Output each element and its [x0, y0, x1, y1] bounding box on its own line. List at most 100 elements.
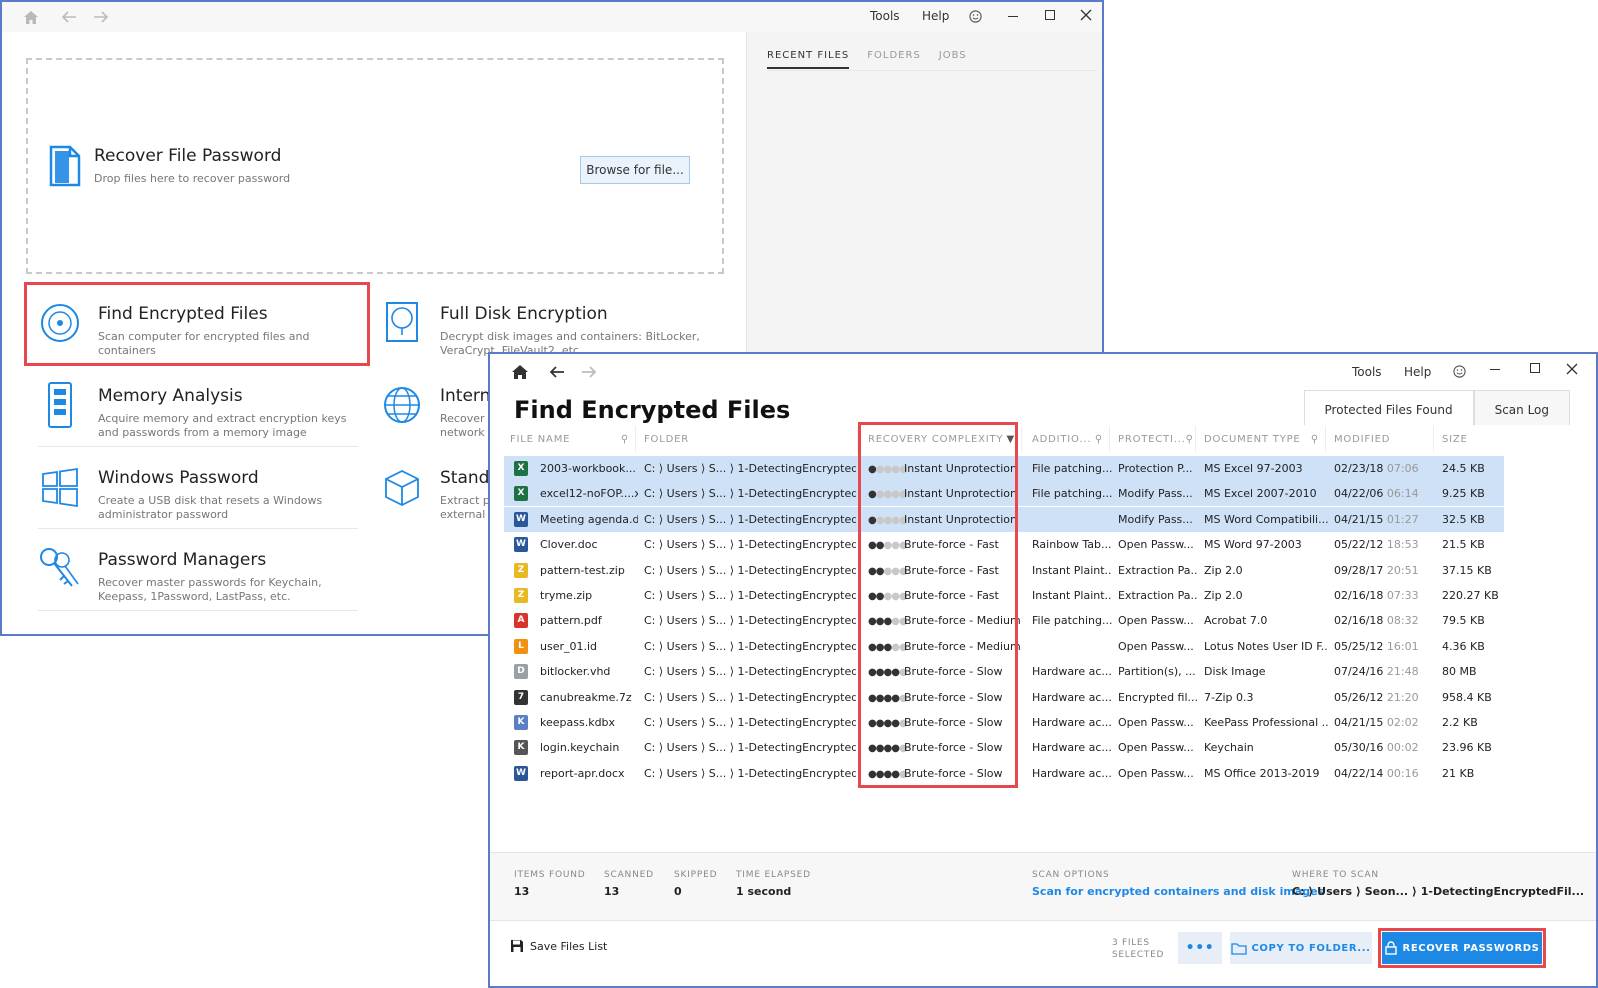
table-row[interactable]: X 2003-workbook... .xls C: ⟩ Users ⟩ S... …: [504, 456, 1504, 481]
additional-cell: File patching...: [1032, 614, 1112, 628]
save-files-list-button[interactable]: Save Files List: [510, 939, 607, 953]
scan-options-link[interactable]: Scan for encrypted containers and disk i…: [1032, 885, 1324, 898]
minimize-button[interactable]: [1490, 369, 1500, 370]
file-type-icon: Z: [514, 588, 528, 603]
complexity-cell: ●●●●●Brute-force - Medium: [868, 608, 1024, 633]
complexity-dot: ●: [868, 591, 877, 602]
folder-path: C: ⟩ Users ⟩ S... ⟩ 1-DetectingEncrypted…: [644, 716, 856, 729]
table-row[interactable]: 7 canubreakme.7z C: ⟩ Users ⟩ S... ⟩ 1-Det…: [504, 685, 1504, 710]
tile-title: Password Managers: [98, 550, 267, 570]
header-label: PROTECTI...: [1118, 433, 1186, 445]
folder-path: C: ⟩ Users ⟩ S... ⟩ 1-DetectingEncrypted…: [644, 563, 856, 577]
complexity-cell: ●●●●●Brute-force - Fast: [868, 532, 1024, 557]
table-row[interactable]: Zpattern-test.zip C: ⟩ Users ⟩ S... ⟩ 1-D…: [504, 558, 1504, 583]
forward-arrow-icon[interactable]: [92, 8, 110, 26]
tab-jobs[interactable]: JOBS: [939, 50, 967, 69]
browse-button[interactable]: Browse for file...: [580, 156, 690, 184]
complexity-dots: ●●●●●: [868, 482, 908, 506]
table-row[interactable]: Apattern.pdf C: ⟩ Users ⟩ S... ⟩ 1-Detect…: [504, 608, 1504, 633]
close-icon[interactable]: [1080, 9, 1092, 21]
folder-path: C: ⟩ Users ⟩ S... ⟩ 1-DetectingEncrypted…: [644, 614, 856, 628]
modified-time: 07:06: [1386, 462, 1419, 475]
keys-icon: [38, 546, 82, 592]
tools-menu[interactable]: Tools: [870, 9, 900, 23]
table-row[interactable]: Ztryme.zip C: ⟩ Users ⟩ S... ⟩ 1-Detectin…: [504, 583, 1504, 608]
tab-protected-files-found[interactable]: Protected Files Found: [1303, 390, 1474, 425]
feedback-smiley-icon[interactable]: [968, 9, 982, 23]
additional-cell: Hardware ac...: [1032, 741, 1112, 755]
document-type-cell: MS Excel 2007-2010: [1204, 487, 1317, 501]
table-row[interactable]: Xexcel12-noFOP....xlsx C: ⟩ Users ⟩ S... …: [504, 481, 1504, 507]
minimize-button[interactable]: [1008, 16, 1018, 17]
recover-passwords-button[interactable]: RECOVER PASSWORDS: [1382, 932, 1542, 964]
file-type-icon: W: [514, 511, 528, 527]
help-menu[interactable]: Help: [1404, 365, 1431, 379]
search-icon[interactable]: ⚲: [1095, 434, 1103, 445]
where-to-scan-path[interactable]: C: ⟩ Users ⟩ Seon... ⟩ 1-DetectingEncryp…: [1292, 885, 1584, 898]
search-icon[interactable]: ⚲: [1311, 434, 1319, 445]
table-row[interactable]: Kkeepass.kdbx C: ⟩ Users ⟩ S... ⟩ 1-Detec…: [504, 710, 1504, 735]
table-row[interactable]: Luser_01.id C: ⟩ Users ⟩ S... ⟩ 1-Detecti…: [504, 634, 1504, 659]
stat-time-elapsed: TIME ELAPSED 1 second: [736, 869, 811, 898]
tools-menu[interactable]: Tools: [1352, 365, 1382, 379]
header-protection[interactable]: PROTECTI... ⚲: [1112, 426, 1196, 452]
maximize-button[interactable]: [1530, 363, 1540, 373]
header-folder[interactable]: FOLDER: [638, 426, 858, 452]
tab-recent-files[interactable]: RECENT FILES: [767, 50, 850, 69]
modified-date: 05/25/12: [1334, 639, 1384, 653]
header-size[interactable]: SIZE: [1436, 426, 1504, 452]
complexity-dot: ●: [891, 464, 900, 475]
document-type-cell: Lotus Notes User ID F...: [1204, 639, 1328, 653]
home-icon[interactable]: [510, 363, 530, 381]
feedback-smiley-icon[interactable]: [1452, 364, 1466, 378]
file-name: tryme.zip: [540, 589, 593, 602]
header-modified[interactable]: MODIFIED: [1328, 426, 1434, 452]
table-row[interactable]: W Clover.doc C: ⟩ Users ⟩ S... ⟩ 1-Detecti…: [504, 532, 1504, 557]
header-recovery-complexity[interactable]: RECOVERY COMPLEXITY ▼: [862, 426, 1022, 452]
tile-password-managers[interactable]: Password Managers Recover master passwor…: [24, 528, 368, 610]
table-row[interactable]: Klogin.keychain C: ⟩ Users ⟩ S... ⟩ 1-Det…: [504, 735, 1504, 760]
help-menu[interactable]: Help: [922, 9, 949, 23]
maximize-button[interactable]: [1045, 10, 1055, 20]
stat-scanned: SCANNED 13: [604, 869, 654, 898]
complexity-dots: ●●●●●: [868, 686, 908, 710]
drop-zone[interactable]: Recover File Password Drop files here to…: [26, 58, 724, 274]
search-icon[interactable]: ⚲: [1186, 434, 1194, 445]
complexity-dot: ●: [891, 489, 900, 501]
header-file-name[interactable]: FILE NAME ⚲: [504, 426, 636, 452]
forward-arrow-icon[interactable]: [580, 364, 598, 380]
header-label: FOLDER: [644, 433, 689, 445]
tile-find-encrypted-files[interactable]: Find Encrypted Files Scan computer for e…: [24, 282, 368, 364]
modified-date: 02/16/18: [1334, 614, 1384, 628]
complexity-cell: ●●●●●Brute-force - Slow: [868, 761, 1024, 786]
tab-scan-log[interactable]: Scan Log: [1473, 390, 1570, 425]
size-cell: 32.5 KB: [1442, 512, 1485, 526]
document-type-cell: Zip 2.0: [1204, 589, 1243, 602]
back-arrow-icon[interactable]: [548, 364, 566, 380]
disk-icon: [380, 300, 424, 346]
tab-folders[interactable]: FOLDERS: [867, 50, 921, 69]
tile-windows-password[interactable]: Windows Password Create a USB disk that …: [24, 446, 368, 528]
table-row[interactable]: W Meeting agenda.doc C: ⟩ Users ⟩ S... ⟩ 1…: [504, 506, 1504, 532]
complexity-dot: ●: [868, 718, 877, 729]
file-type-icon: 7: [514, 689, 528, 705]
header-document-type[interactable]: DOCUMENT TYPE ⚲: [1198, 426, 1326, 452]
file-type-icon: Z: [514, 562, 528, 578]
action-bar: Save Files List 3 FILES SELECTED ••• COP…: [490, 920, 1596, 986]
drop-title: Recover File Password: [94, 146, 282, 166]
home-icon[interactable]: [22, 8, 40, 26]
sort-desc-icon[interactable]: ▼: [1007, 434, 1016, 445]
header-additional[interactable]: ADDITIO... ⚲: [1026, 426, 1110, 452]
disc-search-icon: [38, 300, 82, 346]
search-icon[interactable]: ⚲: [621, 434, 629, 445]
more-options-button[interactable]: •••: [1178, 932, 1222, 964]
size-cell: 220.27 KB: [1442, 589, 1499, 602]
table-row[interactable]: Wreport-apr.docx C: ⟩ Users ⟩ S... ⟩ 1-De…: [504, 761, 1504, 786]
table-row[interactable]: Dbitlocker.vhd C: ⟩ Users ⟩ S... ⟩ 1-Dete…: [504, 659, 1504, 684]
close-icon[interactable]: [1566, 363, 1578, 375]
tile-memory-analysis[interactable]: Memory Analysis Acquire memory and extra…: [24, 364, 368, 446]
modified-time: 00:02: [1386, 741, 1419, 755]
size-cell: 4.36 KB: [1442, 639, 1485, 653]
copy-to-folder-button[interactable]: COPY TO FOLDER...: [1230, 932, 1372, 964]
back-arrow-icon[interactable]: [60, 8, 78, 26]
